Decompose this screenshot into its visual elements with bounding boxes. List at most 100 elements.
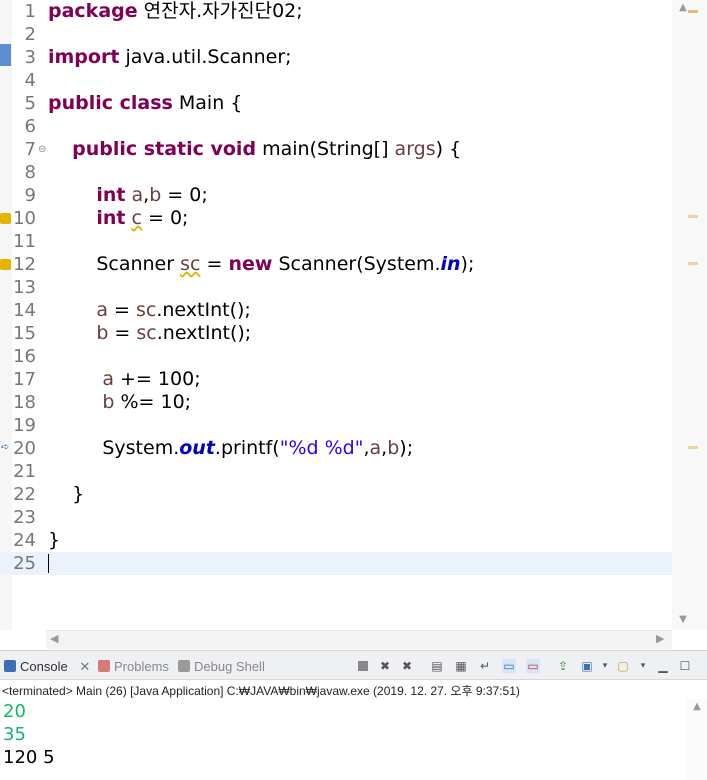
line-number: 19	[13, 415, 36, 436]
code-line[interactable]: 25	[0, 552, 672, 575]
launch-status: <terminated> Main (26) [Java Application…	[2, 684, 520, 698]
fold-icon[interactable]: ⊖	[38, 138, 46, 161]
code-text: Scanner sc = new Scanner(System.in);	[48, 253, 475, 275]
debug-shell-icon	[178, 660, 190, 672]
minimize-icon[interactable]: ▁	[656, 659, 670, 673]
scroll-up-icon[interactable]: ▲	[690, 701, 704, 715]
code-line[interactable]: 13	[0, 276, 672, 299]
overview-warning-marker[interactable]	[688, 262, 698, 265]
close-icon[interactable]: ✕	[79, 659, 90, 674]
line-number: 24	[13, 530, 36, 551]
chevron-down-icon[interactable]: ▾	[598, 659, 612, 673]
line-number: 13	[13, 277, 36, 298]
code-editor[interactable]: 1 package 연잔자.자가진단02; 2 3 import java.util.S…	[0, 0, 707, 650]
warning-icon[interactable]	[0, 259, 11, 270]
line-number: 23	[13, 507, 36, 528]
code-line[interactable]: 9 int a,b = 0;	[0, 184, 672, 207]
console-output[interactable]: 20 35 120 5	[3, 700, 55, 769]
code-text: int a,b = 0;	[96, 184, 208, 206]
line-number: 22	[13, 484, 36, 505]
line-number: 7	[24, 139, 36, 160]
code-line[interactable]: 21	[0, 460, 672, 483]
scroll-right-icon[interactable]: ▶	[656, 632, 664, 645]
display-console-icon[interactable]: ▣	[580, 659, 594, 673]
word-wrap-icon[interactable]: ↵	[478, 659, 492, 673]
code-line[interactable]: 17 a += 100;	[0, 368, 672, 391]
pin-console-icon[interactable]: ⇪	[556, 659, 570, 673]
overview-warning-marker[interactable]	[688, 215, 698, 218]
code-line[interactable]: 22 }	[0, 483, 672, 506]
overview-summary-marker[interactable]	[688, 10, 698, 13]
debug-arrow-icon: ➪	[1, 442, 10, 453]
scroll-down-icon[interactable]: ▼	[676, 614, 690, 628]
line-number: 4	[24, 70, 36, 91]
scroll-left-icon[interactable]: ◀	[50, 632, 58, 645]
tab-label: Console	[20, 659, 68, 674]
code-line[interactable]: 2	[0, 23, 672, 46]
line-number: 17	[13, 369, 36, 390]
code-line[interactable]: 14 a = sc.nextInt();	[0, 299, 672, 322]
show-console-on-error-icon[interactable]: ▭	[526, 659, 540, 673]
scroll-up-icon[interactable]: ▲	[676, 2, 690, 16]
clear-console-icon[interactable]: ▤	[430, 659, 444, 673]
code-line[interactable]: 4	[0, 69, 672, 92]
show-console-on-output-icon[interactable]: ▭	[502, 659, 516, 673]
code-line[interactable]: 24}	[0, 529, 672, 552]
code-line[interactable]: 16	[0, 345, 672, 368]
code-line[interactable]: 1 package 연잔자.자가진단02;	[0, 0, 672, 23]
code-line[interactable]: 5 public class Main {	[0, 92, 672, 115]
code-text: }	[48, 483, 85, 505]
remove-all-launches-icon[interactable]: ✖	[400, 659, 414, 673]
code-line[interactable]: 6	[0, 115, 672, 138]
code-text: b %= 10;	[102, 391, 192, 413]
code-line[interactable]: 19	[0, 414, 672, 437]
console-vertical-scrollbar[interactable]: ▲	[686, 699, 707, 780]
code-line[interactable]: 3 import java.util.Scanner;	[0, 46, 672, 69]
code-line[interactable]: 10 int c = 0;	[0, 207, 672, 230]
remove-launch-icon[interactable]: ✖	[378, 659, 392, 673]
code-line[interactable]: 11	[0, 230, 672, 253]
terminate-icon[interactable]	[358, 661, 368, 671]
code-line[interactable]: 7 ⊖ public static void main(String[] args…	[0, 138, 672, 161]
editor-vertical-scrollbar[interactable]: ▲ ▼	[672, 0, 707, 630]
line-number: 2	[24, 24, 36, 45]
code-text: public class Main {	[48, 92, 243, 114]
tab-label: Problems	[114, 659, 169, 674]
line-number: 20	[13, 438, 36, 459]
line-number: 21	[13, 461, 36, 482]
warning-icon[interactable]	[0, 213, 11, 224]
code-text: import java.util.Scanner;	[48, 46, 292, 68]
code-text: public static void main(String[] args) {	[72, 138, 462, 160]
code-text: int c = 0;	[96, 207, 189, 229]
tab-console[interactable]: Console ✕	[4, 651, 90, 679]
problems-icon	[98, 660, 110, 672]
overview-occurrence-marker[interactable]	[688, 446, 698, 449]
line-number: 15	[13, 323, 36, 344]
code-line[interactable]: 18 b %= 10;	[0, 391, 672, 414]
line-number: 25	[13, 553, 36, 574]
line-number: 14	[13, 300, 36, 321]
line-number: 1	[24, 1, 36, 22]
line-number: 6	[24, 116, 36, 137]
tab-debug-shell[interactable]: Debug Shell	[178, 651, 265, 679]
chevron-down-icon[interactable]: ▾	[636, 659, 650, 673]
line-number: 18	[13, 392, 36, 413]
code-line[interactable]: 15 b = sc.nextInt();	[0, 322, 672, 345]
line-number: 10	[13, 208, 36, 229]
code-text: a = sc.nextInt();	[96, 299, 251, 321]
line-number: 8	[24, 162, 36, 183]
tab-problems[interactable]: Problems	[98, 651, 169, 679]
line-number: 16	[13, 346, 36, 367]
tab-label: Debug Shell	[194, 659, 265, 674]
code-line[interactable]: 12 Scanner sc = new Scanner(System.in);	[0, 253, 672, 276]
code-line[interactable]: 8	[0, 161, 672, 184]
scroll-lock-icon[interactable]: ▦	[454, 659, 468, 673]
editor-horizontal-scrollbar[interactable]: ◀ ▶	[46, 630, 672, 649]
line-number: 11	[13, 231, 36, 252]
code-line[interactable]: 23	[0, 506, 672, 529]
code-line[interactable]: 20 ➪ System.out.printf("%d %d",a,b);	[0, 437, 672, 460]
maximize-icon[interactable]: ☐	[678, 659, 692, 673]
line-number: 5	[24, 93, 36, 114]
console-icon	[4, 660, 16, 672]
open-console-icon[interactable]: ▢	[616, 659, 630, 673]
